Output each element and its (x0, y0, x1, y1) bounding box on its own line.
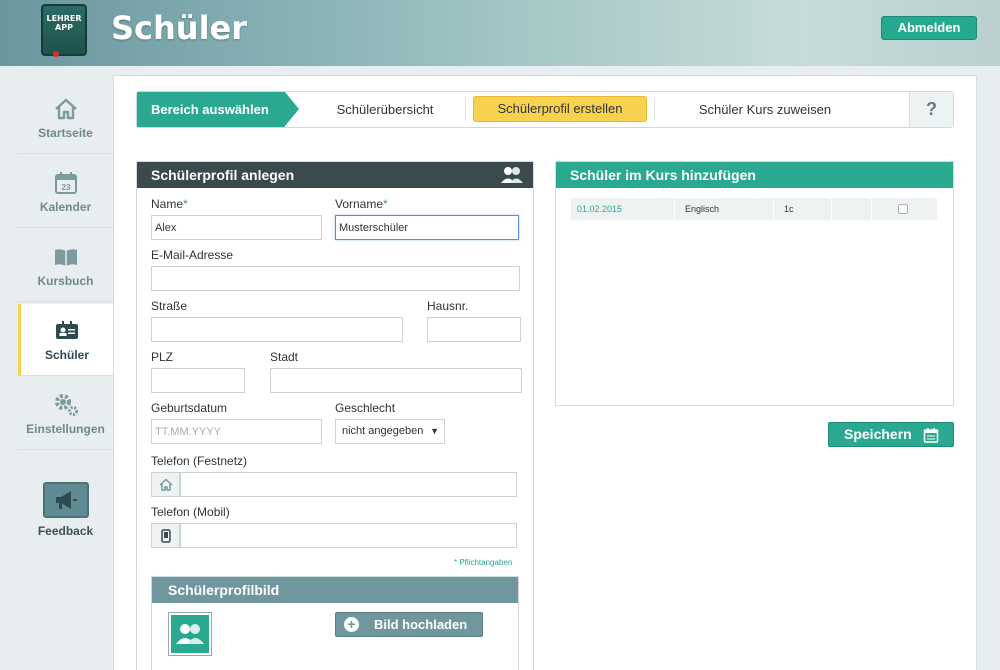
form-title: Schülerprofil anlegen (151, 167, 295, 183)
wizard-step-profil-erstellen[interactable]: Schülerprofil erstellen (473, 96, 647, 122)
feedback-label: Feedback (37, 524, 94, 538)
feedback-icon-box (42, 482, 89, 518)
megaphone-icon (55, 491, 77, 509)
table-row[interactable]: 01.02.2015 Englisch 1c (571, 198, 937, 220)
sidebar-item-schueler[interactable]: Schüler (18, 304, 113, 376)
name-field[interactable] (151, 215, 322, 240)
page-title: Schüler (111, 9, 248, 47)
student-card-icon (56, 321, 78, 339)
home-icon (158, 478, 173, 491)
telefon-festnetz-field[interactable] (180, 472, 517, 497)
app-logo[interactable]: LEHRER APP (41, 4, 87, 57)
profile-picture-title: Schülerprofilbild (152, 577, 518, 603)
cell-divider (674, 198, 675, 220)
calendar-icon: 23 (54, 172, 77, 194)
profile-picture-panel: Schülerprofilbild + Bild hochladen (151, 576, 519, 670)
wizard-step-uebersicht[interactable]: Schülerübersicht (300, 92, 470, 127)
sidebar-item-label: Startseite (38, 126, 93, 140)
email-field[interactable] (151, 266, 520, 291)
email-label: E-Mail-Adresse (151, 248, 234, 262)
course-panel-title: Schüler im Kurs hinzufügen (556, 162, 953, 188)
sidebar-item-label: Kursbuch (37, 274, 94, 288)
avatar (168, 612, 212, 656)
home-icon (54, 98, 77, 120)
wizard-divider (465, 98, 466, 121)
stadt-field[interactable] (270, 368, 522, 393)
geschlecht-label: Geschlecht (335, 401, 396, 415)
mobile-phone-icon (160, 528, 171, 543)
telefon-festnetz-label: Telefon (Festnetz) (151, 454, 248, 468)
wizard-steps: Bereich auswählen Schülerübersicht Schül… (136, 91, 954, 128)
sidebar: Startseite 23 Kalender Kursbuch Schüler … (18, 82, 113, 670)
feedback-button[interactable]: Feedback (18, 482, 113, 538)
help-button[interactable]: ? (909, 92, 953, 127)
dropdown-arrow-icon: ▼ (430, 426, 439, 436)
plz-label: PLZ (151, 350, 174, 364)
upload-image-button[interactable]: + Bild hochladen (335, 612, 483, 637)
upload-label: Bild hochladen (374, 617, 468, 632)
sidebar-item-label: Kalender (39, 200, 92, 214)
sidebar-item-einstellungen[interactable]: Einstellungen (18, 378, 113, 450)
wizard-step-kurs-zuweisen[interactable]: Schüler Kurs zuweisen (655, 92, 875, 127)
users-icon (501, 167, 523, 183)
logo-bookmark-icon (53, 51, 59, 57)
student-profile-form: Schülerprofil anlegen Name* Vorname* E-M… (136, 161, 534, 670)
logo-text: LEHRER APP (46, 14, 82, 32)
course-checkbox[interactable] (898, 204, 908, 214)
book-icon (54, 249, 77, 266)
course-date: 01.02.2015 (577, 204, 623, 214)
sidebar-item-label: Einstellungen (26, 422, 105, 436)
hausnr-label: Hausnr. (427, 299, 469, 313)
home-phone-addon (151, 472, 180, 497)
telefon-mobil-label: Telefon (Mobil) (151, 505, 230, 519)
geburtsdatum-label: Geburtsdatum (151, 401, 228, 415)
name-label: Name* (151, 197, 188, 211)
course-assign-panel: Schüler im Kurs hinzufügen 01.02.2015 En… (555, 161, 954, 406)
sidebar-item-label: Schüler (44, 348, 89, 362)
stadt-label: Stadt (270, 350, 299, 364)
plus-icon: + (344, 617, 359, 632)
vorname-label: Vorname* (335, 197, 388, 211)
geschlecht-value: nicht angegeben (342, 425, 424, 437)
cell-divider (871, 198, 872, 220)
vorname-field[interactable] (335, 215, 519, 240)
cell-divider (773, 198, 774, 220)
save-button[interactable]: Speichern (828, 422, 954, 447)
strasse-label: Straße (151, 299, 188, 313)
geschlecht-select[interactable]: nicht angegeben ▼ (335, 419, 445, 444)
users-placeholder-icon (176, 624, 204, 644)
save-calendar-icon (923, 428, 939, 443)
logout-button[interactable]: Abmelden (881, 16, 977, 40)
telefon-mobil-field[interactable] (180, 523, 517, 548)
wizard-step-bereich[interactable]: Bereich auswählen (137, 92, 299, 127)
save-label: Speichern (844, 426, 912, 442)
app-header: LEHRER APP Schüler Abmelden (0, 0, 1000, 66)
course-class: 1c (784, 204, 794, 214)
strasse-field[interactable] (151, 317, 403, 342)
mobile-phone-addon (151, 523, 180, 548)
sidebar-item-startseite[interactable]: Startseite (18, 82, 113, 154)
svg-text:23: 23 (61, 183, 70, 192)
hausnr-field[interactable] (427, 317, 521, 342)
gears-icon (54, 394, 78, 416)
required-note: * Pflichtangaben (454, 558, 513, 567)
plz-field[interactable] (151, 368, 245, 393)
cell-divider (831, 198, 832, 220)
sidebar-item-kalender[interactable]: 23 Kalender (18, 156, 113, 228)
sidebar-item-kursbuch[interactable]: Kursbuch (18, 230, 113, 302)
main-panel: Bereich auswählen Schülerübersicht Schül… (113, 75, 977, 670)
course-subject: Englisch (685, 204, 720, 214)
geburtsdatum-field[interactable] (151, 419, 322, 444)
form-header: Schülerprofil anlegen (137, 162, 533, 188)
